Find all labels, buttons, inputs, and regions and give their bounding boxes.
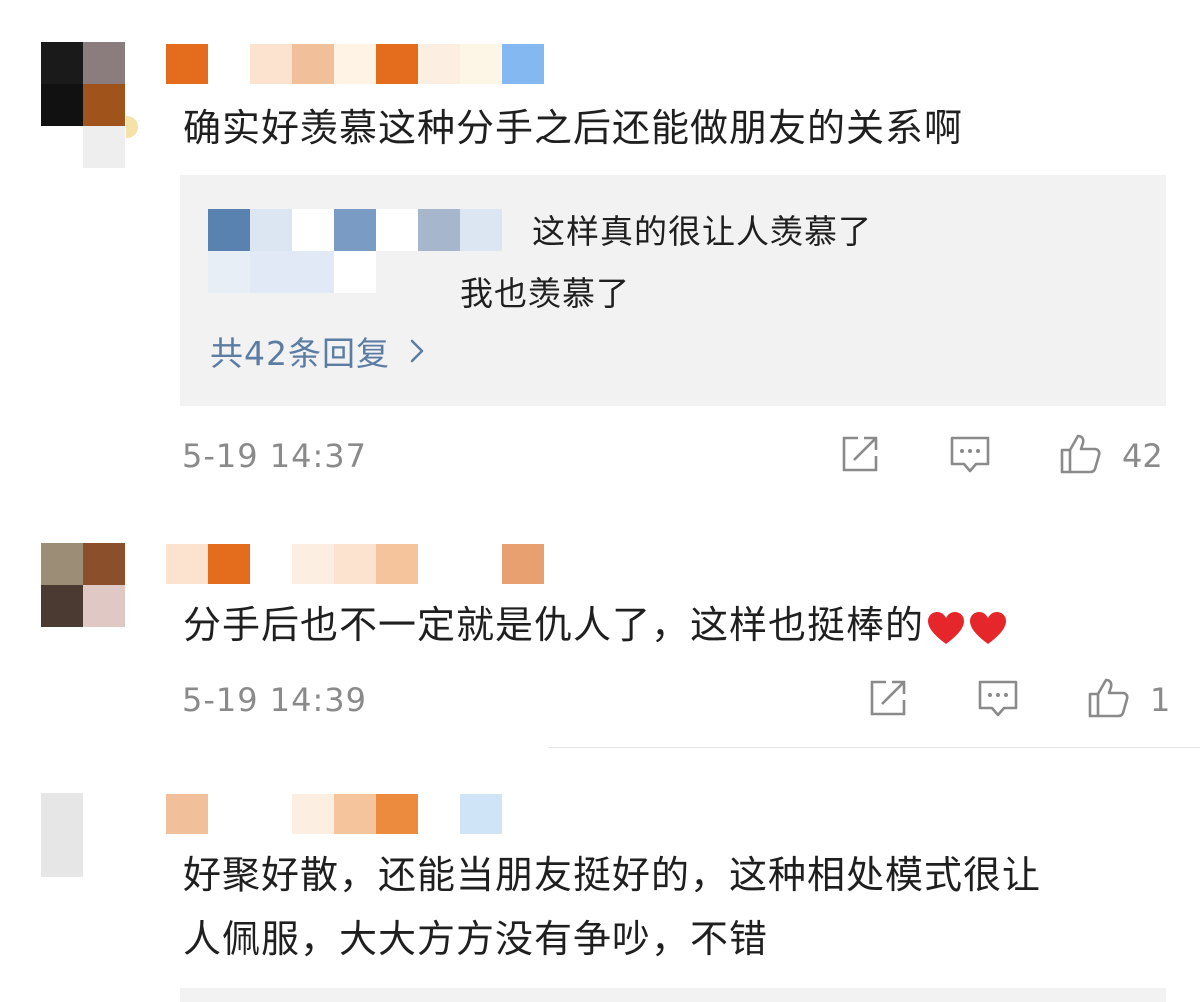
avatar-pixel [83,42,125,84]
reply-text: 我也羡慕了 [460,274,630,313]
comment-icon[interactable] [976,676,1020,720]
timestamp: 5-19 14:39 [182,681,368,719]
heart-icon [928,611,965,644]
avatar-pixel [41,585,83,627]
comment-text: 分手后也不一定就是仇人了，这样也挺棒的 [183,593,1163,657]
reply-username[interactable] [208,251,388,293]
username[interactable] [166,44,544,84]
avatar-pixel [83,835,125,877]
reply-count-label: 共42条回复 [210,334,390,373]
thumbs-up-icon[interactable] [1058,432,1102,476]
reply-preview[interactable] [180,988,1166,1002]
avatar-badge [126,116,138,138]
avatar-pixel [83,793,125,835]
like-count: 42 [1122,437,1163,475]
comment-text: 人佩服，大大方方没有争吵，不错 [183,917,769,961]
like-count: 1 [1150,681,1171,719]
avatar[interactable] [41,793,125,877]
comment-icon[interactable] [948,432,992,476]
reply-preview[interactable]: 这样真的很让人羡慕了 我也羡慕了 共42条回复 [180,175,1166,406]
comment-meta: 5-19 14:37 42 [182,432,1164,480]
avatar-pixel [41,835,83,877]
share-icon[interactable] [866,676,910,720]
avatar-pixel [83,585,125,627]
reply-text: 这样真的很让人羡慕了 [532,212,872,251]
username[interactable] [166,544,544,584]
comment-body: 分手后也不一定就是仇人了，这样也挺棒的 [183,603,925,647]
comment-meta: 5-19 14:39 1 [182,676,1170,724]
reply-username[interactable] [208,209,508,251]
timestamp: 5-19 14:37 [182,437,368,475]
comment-text: 确实好羡慕这种分手之后还能做朋友的关系啊 [183,106,964,150]
share-icon[interactable] [838,432,882,476]
comment-text: 好聚好散，还能当朋友挺好的，这种相处模式很让 [183,853,1042,897]
chevron-right-icon [410,339,424,363]
thumbs-up-icon[interactable] [1086,676,1130,720]
avatar-pixel [41,543,83,585]
heart-icon [970,611,1007,644]
avatar-pixel [41,42,83,84]
avatar[interactable] [41,42,125,126]
divider [548,747,1200,748]
avatar-pixel [41,84,83,126]
avatar-pixel [83,126,125,168]
view-replies-link[interactable]: 共42条回复 [210,327,424,375]
username[interactable] [166,794,502,834]
avatar-pixel [41,793,83,835]
avatar[interactable] [41,543,125,627]
avatar-pixel [83,543,125,585]
avatar-pixel [83,84,125,126]
